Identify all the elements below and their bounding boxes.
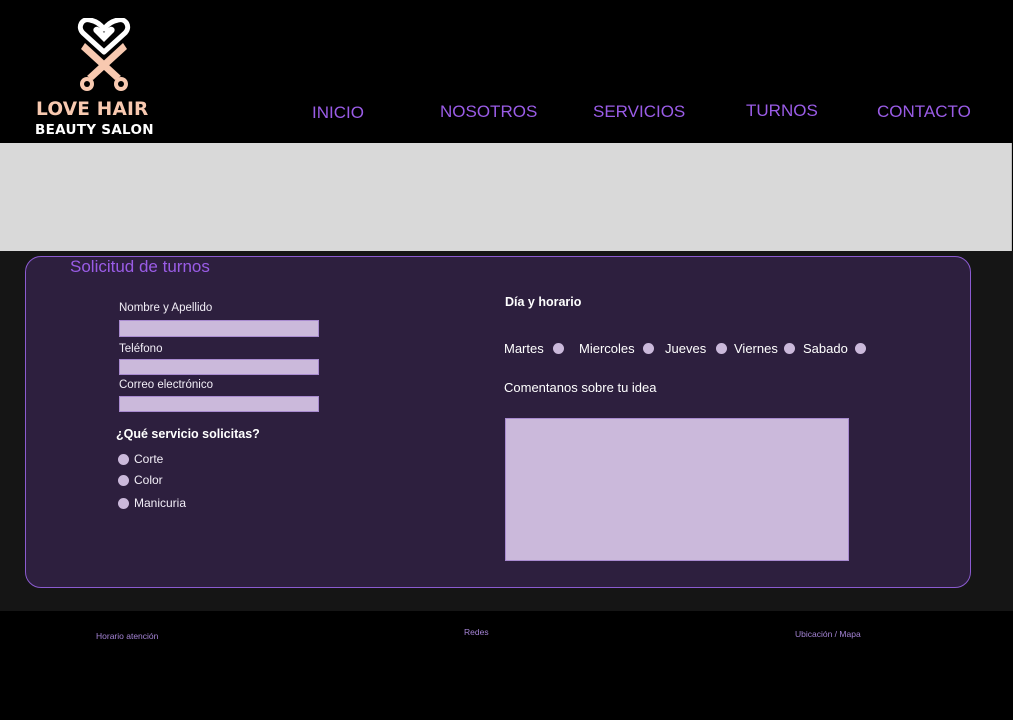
- nav-item-contacto[interactable]: CONTACTO: [877, 102, 971, 122]
- form-title: Solicitud de turnos: [70, 257, 210, 276]
- name-field[interactable]: [119, 320, 319, 337]
- hero-banner-placeholder: [0, 143, 1012, 251]
- comments-textarea[interactable]: [505, 418, 849, 561]
- service-radio-manicuria[interactable]: [118, 498, 129, 509]
- footer-location-link[interactable]: Ubicación / Mapa: [795, 629, 861, 639]
- site-footer: Horario atención Redes Ubicación / Mapa: [0, 611, 1013, 720]
- comments-label: Comentanos sobre tu idea: [504, 380, 657, 395]
- phone-label: Teléfono: [119, 343, 163, 355]
- service-question: ¿Qué servicio solicitas?: [116, 427, 260, 441]
- nav-item-servicios[interactable]: SERVICIOS: [593, 102, 685, 122]
- brand-tagline: BEAUTY SALON: [35, 122, 154, 138]
- brand-logo[interactable]: LOVE HAIR BEAUTY SALON: [33, 18, 178, 138]
- service-radio-color[interactable]: [118, 475, 129, 486]
- nav-item-nosotros[interactable]: NOSOTROS: [440, 102, 537, 122]
- day-label-sabado: Sabado: [803, 341, 848, 356]
- email-field[interactable]: [119, 396, 319, 412]
- site-header: LOVE HAIR BEAUTY SALON INICIO NOSOTROS S…: [0, 0, 1013, 143]
- service-label-manicuria: Manicuria: [134, 496, 187, 510]
- name-label: Nombre y Apellido: [119, 302, 213, 314]
- day-label-miercoles: Miercoles: [579, 341, 635, 356]
- day-radio-viernes[interactable]: [784, 343, 795, 354]
- day-label-viernes: Viernes: [734, 341, 778, 356]
- footer-hours-link[interactable]: Horario atención: [96, 631, 158, 641]
- service-radio-corte[interactable]: [118, 454, 129, 465]
- day-label-jueves: Jueves: [665, 341, 707, 356]
- schedule-label: Día y horario: [505, 295, 582, 309]
- day-radio-jueves[interactable]: [716, 343, 727, 354]
- footer-social-link[interactable]: Redes: [464, 627, 489, 637]
- email-label: Correo electrónico: [119, 379, 213, 391]
- day-label-martes: Martes: [504, 341, 544, 356]
- service-label-corte: Corte: [134, 452, 164, 466]
- brand-name: LOVE HAIR: [36, 99, 149, 120]
- heart-scissors-icon: [77, 18, 131, 91]
- nav-item-inicio[interactable]: INICIO: [312, 103, 364, 123]
- day-radio-martes[interactable]: [553, 343, 564, 354]
- day-radio-sabado[interactable]: [855, 343, 866, 354]
- service-label-color: Color: [134, 473, 163, 487]
- day-radio-miercoles[interactable]: [643, 343, 654, 354]
- phone-field[interactable]: [119, 359, 319, 375]
- nav-item-turnos[interactable]: TURNOS: [746, 101, 818, 121]
